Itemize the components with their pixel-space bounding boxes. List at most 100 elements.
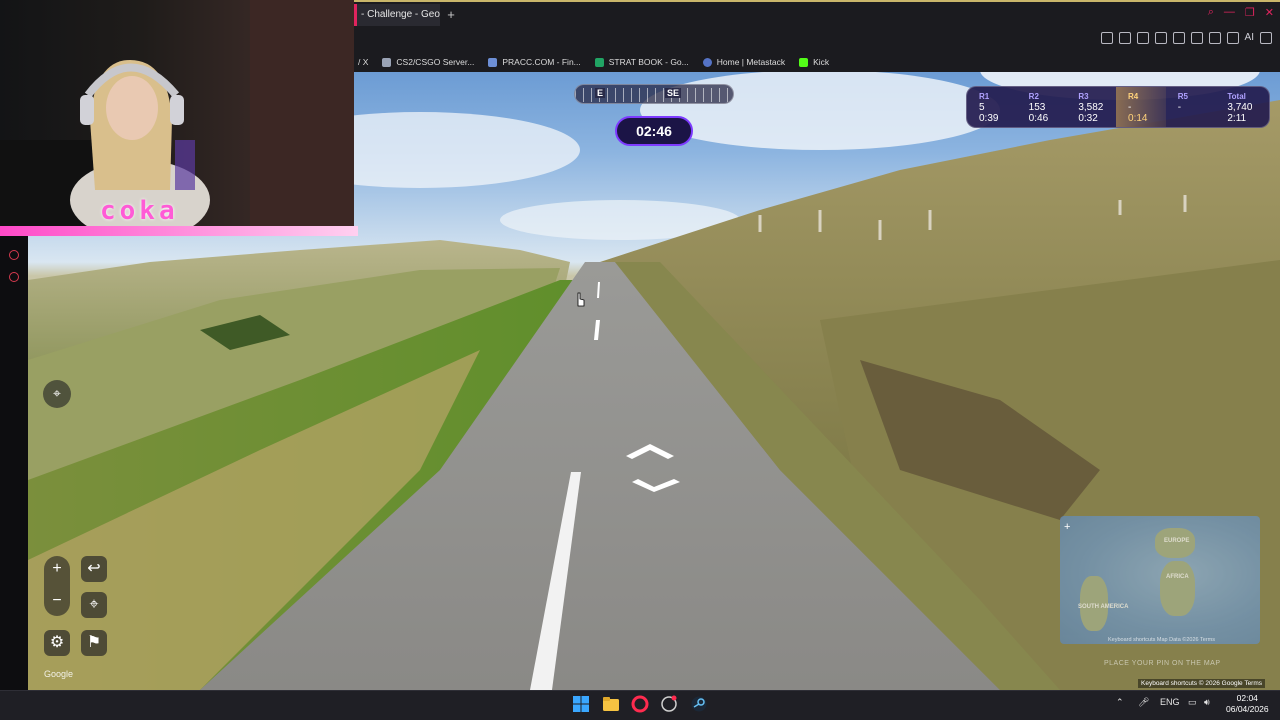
- snapshot-icon[interactable]: [1118, 32, 1131, 44]
- mouse-cursor-icon: [577, 292, 585, 307]
- steam-icon[interactable]: [690, 695, 708, 713]
- download-icon[interactable]: [1226, 32, 1239, 44]
- bookmark-item[interactable]: CS2/CSGO Server...: [382, 57, 474, 67]
- maximize-button[interactable]: ❐: [1245, 6, 1255, 19]
- tray-chevron-icon[interactable]: ⌃: [1116, 697, 1124, 708]
- left-overlay-strip: [0, 236, 28, 690]
- round-1: R1 5 0:39: [967, 87, 1017, 127]
- new-tab-button[interactable]: +: [442, 6, 460, 24]
- round-time: 0:32: [1078, 113, 1098, 124]
- microphone-icon[interactable]: 🎤︎: [1138, 697, 1149, 708]
- round-score: 153: [1028, 102, 1046, 113]
- webcam-feed: [0, 0, 354, 228]
- round-label: R3: [1078, 92, 1089, 101]
- bookmark-label: Home | Metastack: [716, 57, 786, 67]
- browser-header: - Challenge - GeoG + ⌕ — ❐ ✕ AI / X CS2/…: [354, 0, 1280, 72]
- map-land: [1160, 561, 1195, 616]
- settings-button[interactable]: ⚙: [44, 630, 70, 656]
- map-label: EUROPE: [1164, 538, 1190, 544]
- guess-minimap[interactable]: EUROPE AFRICA SOUTH AMERICA: [1060, 516, 1260, 644]
- metastack-icon: [702, 57, 712, 67]
- windows-start-icon[interactable]: [572, 695, 590, 713]
- shield-icon[interactable]: [1136, 32, 1149, 44]
- sheets-icon: [594, 57, 604, 67]
- round-3: R3 3,582 0:32: [1066, 87, 1116, 127]
- menu-icon[interactable]: [1260, 32, 1272, 44]
- bookmark-label: STRAT BOOK - Go...: [608, 57, 689, 67]
- round-time: 0:46: [1028, 113, 1049, 124]
- server-icon: [382, 57, 392, 67]
- minimize-button[interactable]: —: [1224, 6, 1235, 19]
- minimap-footer: Keyboard shortcuts Map Data ©2026 Terms: [1108, 637, 1215, 643]
- round-score: 3,582: [1078, 102, 1104, 113]
- return-to-start-button[interactable]: ⌖: [81, 592, 107, 618]
- play-icon[interactable]: [1154, 32, 1167, 44]
- file-explorer-icon[interactable]: [602, 695, 620, 713]
- round-label: R2: [1028, 92, 1039, 101]
- round-score: -: [1177, 102, 1182, 113]
- bookmark-label: / X: [358, 57, 369, 67]
- screen: - Challenge - GeoG + ⌕ — ❐ ✕ AI / X CS2/…: [0, 0, 1280, 720]
- round-total: Total 3,740 2:11: [1215, 87, 1269, 127]
- bookmark-label: Kick: [813, 57, 830, 67]
- pracc-icon: [488, 57, 498, 67]
- ai-button[interactable]: AI: [1245, 32, 1254, 44]
- round-time: 0:39: [979, 113, 999, 124]
- heart-icon[interactable]: [1172, 32, 1185, 44]
- active-tab[interactable]: - Challenge - GeoG: [354, 4, 440, 26]
- search-icon[interactable]: ⌕: [1208, 6, 1214, 19]
- round-scoreboard: R1 5 0:39 R2 153 0:46 R3 3,582 0:32 R4 -…: [966, 86, 1270, 128]
- browser-toolbar: AI: [1100, 32, 1272, 44]
- webcam-overlay: coka: [0, 0, 354, 228]
- gear-icon: [9, 272, 19, 282]
- extensions-icon[interactable]: [1190, 32, 1203, 44]
- location-icon: ⌖: [89, 596, 99, 613]
- bookmark-item[interactable]: / X: [358, 57, 368, 67]
- close-button[interactable]: ✕: [1265, 6, 1274, 19]
- pin-icon[interactable]: ⌖: [43, 380, 71, 408]
- webcam-border: [0, 226, 358, 236]
- bookmarks-bar: / X CS2/CSGO Server... PRACC.COM - Fin..…: [354, 52, 829, 72]
- zoom-in-button[interactable]: +: [44, 556, 70, 582]
- volume-icon[interactable]: 🔊︎: [1204, 697, 1210, 708]
- round-4: R4 - 0:14: [1116, 87, 1166, 127]
- zoom-out-button[interactable]: −: [44, 588, 70, 614]
- round-time: 0:14: [1128, 113, 1148, 124]
- bookmark-item[interactable]: PRACC.COM - Fin...: [488, 57, 581, 67]
- round-time: 2:11: [1227, 113, 1247, 124]
- network-icon[interactable]: ▭: [1188, 697, 1197, 708]
- round-label: R1: [979, 92, 990, 101]
- round-2: R2 153 0:46: [1017, 87, 1067, 127]
- kick-icon: [799, 57, 809, 67]
- place-pin-hint: PLACE YOUR PIN ON THE MAP: [1104, 660, 1221, 667]
- wallet-icon[interactable]: [1208, 32, 1221, 44]
- round-score: 3,740: [1227, 102, 1253, 113]
- compass-east: E: [595, 88, 606, 98]
- round-timer: 02:46: [615, 116, 693, 146]
- round-label: Total: [1227, 92, 1246, 101]
- flag-button[interactable]: ⚑: [81, 630, 107, 656]
- taskbar-clock[interactable]: 02:04 06/04/2026: [1226, 693, 1269, 715]
- minimap-expand-button[interactable]: +: [1064, 521, 1070, 533]
- round-label: R5: [1177, 92, 1188, 101]
- streetview-attribution: Keyboard shortcuts © 2026 Google Terms: [1138, 679, 1266, 688]
- compass-southeast: SE: [665, 88, 682, 98]
- map-label: SOUTH AMERICA: [1078, 604, 1129, 610]
- undo-button[interactable]: ↩: [81, 556, 107, 582]
- streamer-name: coka: [100, 196, 179, 226]
- bookmark-label: CS2/CSGO Server...: [396, 57, 475, 67]
- round-score: 5: [979, 102, 985, 113]
- bookmark-icon[interactable]: [1100, 32, 1113, 44]
- window-controls: ⌕ — ❐ ✕: [1208, 6, 1274, 19]
- map-label: AFRICA: [1166, 574, 1189, 580]
- bookmark-item[interactable]: STRAT BOOK - Go...: [594, 57, 689, 67]
- bookmark-item[interactable]: Kick: [799, 57, 829, 67]
- language-indicator[interactable]: ENG: [1160, 697, 1180, 707]
- round-5: R5 -: [1166, 87, 1216, 127]
- opera-gx-icon[interactable]: [631, 695, 649, 713]
- bookmark-label: PRACC.COM - Fin...: [502, 57, 581, 67]
- compass: E SE: [574, 84, 734, 104]
- app-icon[interactable]: [660, 695, 678, 713]
- bookmark-item[interactable]: Home | Metastack: [702, 57, 786, 67]
- heart-icon: [9, 250, 19, 260]
